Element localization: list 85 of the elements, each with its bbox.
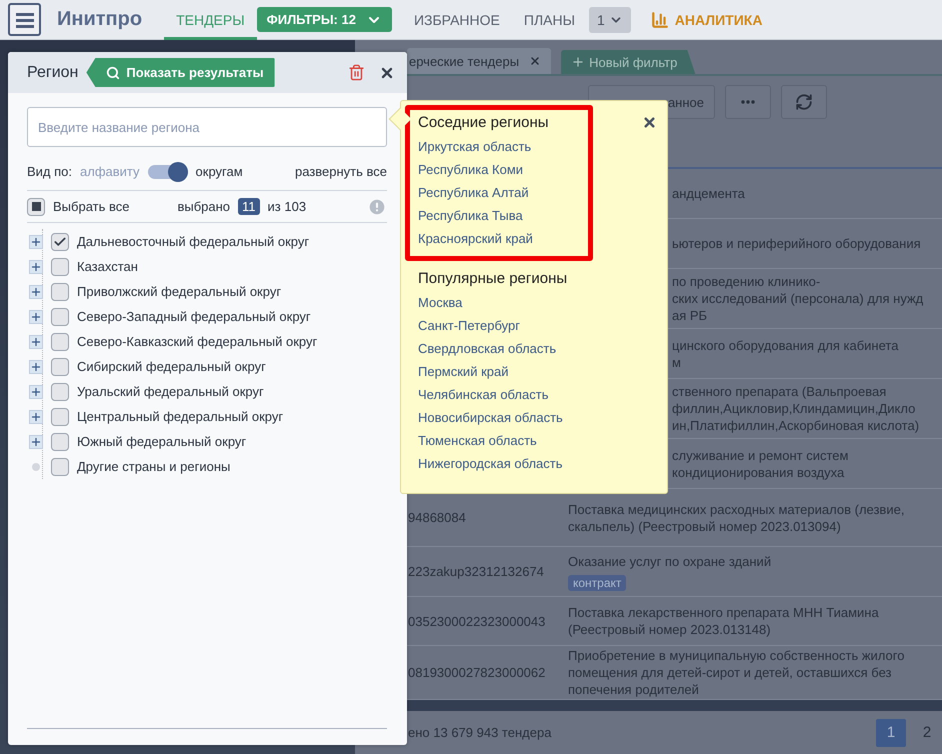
expand-button[interactable] [29,260,43,274]
region-label[interactable]: Центральный федеральный округ [77,409,284,424]
region-link[interactable]: Республика Тыва [418,204,523,227]
region-search-field[interactable]: Введите название региона [27,107,387,147]
region-label[interactable]: Дальневосточный федеральный округ [77,234,310,249]
region-link[interactable]: Республика Коми [418,158,524,181]
region-label[interactable]: Сибирский федеральный округ [77,359,266,374]
nav-tab[interactable]: ПЛАНЫ [512,0,587,40]
bar-chart-icon [650,10,669,28]
tender-number: 223zakup32312132674 [407,564,545,579]
region-checkbox[interactable] [51,282,69,300]
refresh-button[interactable] [781,85,827,119]
view-toggle[interactable] [148,164,188,178]
expand-button[interactable] [29,434,43,448]
section-title: Соседние регионы [418,114,549,131]
region-label[interactable]: Северо-Кавказский федеральный округ [77,334,318,349]
region-checkbox[interactable] [51,258,69,276]
expand-all-link[interactable]: развернуть все [294,164,387,179]
total-regions: из 103 [268,199,306,214]
expand-button[interactable] [29,384,43,398]
region-label[interactable]: Казахстан [77,259,138,274]
trash-icon [348,64,365,81]
tender-number: 94868084 [407,510,467,525]
region-link[interactable]: Новосибирская область [418,406,563,429]
app-logo: Инитпро [57,8,142,31]
selected-label: выбрано [177,199,230,214]
region-link[interactable]: Свердловская область [418,337,556,360]
expand-button[interactable] [29,310,43,324]
region-checkbox[interactable] [51,358,69,376]
filter-tab[interactable]: ерческие тендеры [407,48,552,74]
menu-button[interactable] [8,3,41,36]
view-option[interactable]: округам [196,164,243,179]
region-link[interactable]: Челябинская область [418,383,548,406]
show-results-button[interactable]: Показать результаты [86,58,275,87]
region-link[interactable]: Республика Алтай [418,181,529,204]
close-icon[interactable] [529,55,542,67]
select-all-checkbox[interactable] [27,198,45,216]
region-link[interactable]: Москва [418,291,462,314]
panel-title: Регион [27,64,78,82]
contract-tag: контракт [568,574,626,590]
region-link[interactable]: Тюменская область [418,429,537,452]
region-checkbox[interactable] [51,232,69,250]
view-label: Вид по: [27,164,72,179]
region-checkbox[interactable] [51,382,69,400]
region-checkbox[interactable] [51,458,69,476]
tender-number: 0352300022323000043 [407,614,546,628]
tree-node-dot [32,462,40,470]
total-count: ено 13 679 943 тендера [408,725,552,740]
close-button[interactable] [642,115,657,130]
checkmark-icon [53,234,67,248]
horizontal-scrollbar[interactable] [407,700,942,711]
more-icon [741,100,755,104]
region-label[interactable]: Южный федеральный округ [77,434,246,449]
region-link[interactable]: Санкт-Петербург [418,314,520,337]
region-link[interactable]: Иркутская область [418,135,532,158]
expand-button[interactable] [29,284,43,298]
plus-icon [571,55,586,69]
page-button[interactable]: 1 [876,718,906,746]
delete-button[interactable] [348,64,365,81]
search-icon [106,66,120,80]
expand-button[interactable] [29,360,43,374]
refresh-icon [795,93,813,111]
region-checkbox[interactable] [51,332,69,350]
region-label[interactable]: Уральский федеральный округ [77,384,264,399]
region-label[interactable]: Другие страны и регионы [77,459,230,474]
expand-button[interactable] [29,234,43,248]
selected-count: 11 [238,198,260,215]
region-link[interactable]: Красноярский край [418,227,533,250]
region-checkbox[interactable] [51,308,69,326]
region-label[interactable]: Приволжский федеральный округ [77,284,282,299]
close-icon [642,115,657,130]
region-checkbox[interactable] [51,408,69,426]
nav-tab[interactable]: ИЗБРАННОЕ [402,0,512,40]
filters-dropdown-button[interactable]: ФИЛЬТРЫ: 12 [256,7,392,32]
region-label[interactable]: Северо-Западный федеральный округ [77,309,311,324]
region-link[interactable]: Нижегородская область [418,452,563,475]
section-title: Популярные регионы [418,270,568,287]
plan-select[interactable]: 1 [588,6,631,32]
region-link[interactable]: Пермский край [418,360,508,383]
select-all-label: Выбрать все [53,199,130,214]
menu-icon [16,12,34,28]
expand-button[interactable] [29,334,43,348]
tender-number: 0819300027823000062 [407,665,546,680]
expand-button[interactable] [29,410,43,424]
region-checkbox[interactable] [51,432,69,450]
